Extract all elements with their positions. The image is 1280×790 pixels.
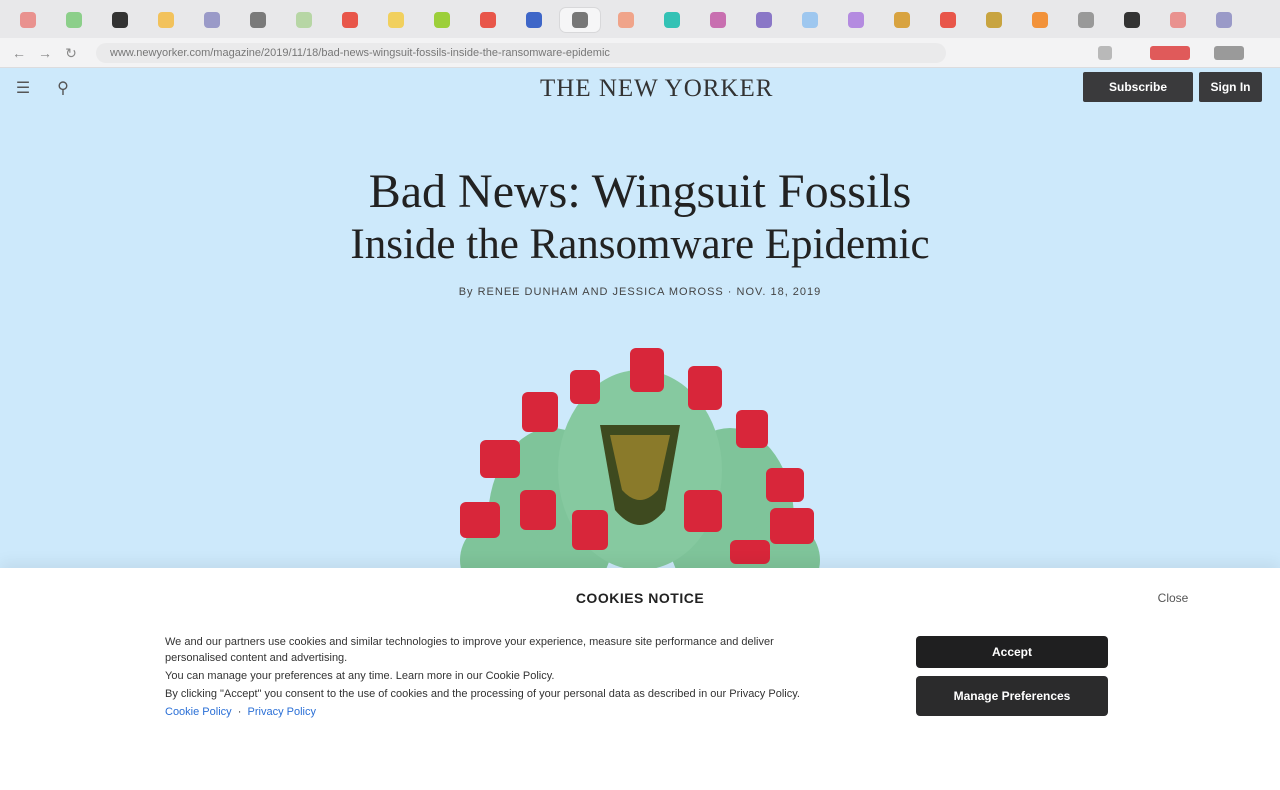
profile-icon[interactable]: [1214, 46, 1244, 60]
browser-tab[interactable]: [54, 8, 94, 32]
favicon-icon: [1170, 12, 1186, 28]
favicon-icon: [250, 12, 266, 28]
browser-tab[interactable]: [284, 8, 324, 32]
browser-tab[interactable]: [1158, 8, 1198, 32]
favicon-icon: [434, 12, 450, 28]
subscribe-button[interactable]: Subscribe: [1083, 72, 1193, 102]
browser-tab[interactable]: [514, 8, 554, 32]
browser-tab[interactable]: [836, 8, 876, 32]
browser-tab[interactable]: [744, 8, 784, 32]
browser-tab[interactable]: [652, 8, 692, 32]
browser-tab[interactable]: [1020, 8, 1060, 32]
article-hero: [0, 68, 1280, 568]
browser-tab[interactable]: [422, 8, 462, 32]
cookie-paragraph: By clicking "Accept" you consent to the …: [165, 688, 800, 700]
favicon-icon: [1078, 12, 1094, 28]
favicon-icon: [388, 12, 404, 28]
article-byline: By RENEE DUNHAM AND JESSICA MOROSS · NOV…: [458, 286, 822, 298]
browser-tab[interactable]: [560, 8, 600, 32]
favicon-icon: [756, 12, 772, 28]
favicon-icon: [894, 12, 910, 28]
favicon-icon: [618, 12, 634, 28]
favicon-icon: [710, 12, 726, 28]
browser-tab[interactable]: [606, 8, 646, 32]
favicon-icon: [296, 12, 312, 28]
cookie-policy-link[interactable]: Cookie Policy: [165, 706, 232, 718]
browser-tab[interactable]: [1204, 8, 1244, 32]
favicon-icon: [342, 12, 358, 28]
reload-icon[interactable]: ↻: [62, 44, 80, 62]
cactus-illustration: [460, 348, 820, 568]
cookie-paragraph: We and our partners use cookies and simi…: [165, 636, 774, 664]
sign-in-button[interactable]: Sign In: [1199, 72, 1262, 102]
browser-tab[interactable]: [1066, 8, 1106, 32]
browser-tab[interactable]: [790, 8, 830, 32]
cookie-banner-text: We and our partners use cookies and simi…: [165, 634, 825, 722]
favicon-icon: [112, 12, 128, 28]
article-headline: Bad News: Wingsuit Fossils Inside the Ra…: [300, 165, 980, 271]
close-button[interactable]: Close: [1156, 588, 1190, 608]
cookie-banner: COOKIES NOTICE Close We and our partners…: [0, 568, 1280, 790]
star-icon[interactable]: [1098, 46, 1112, 60]
favicon-icon: [848, 12, 864, 28]
menu-icon[interactable]: ☰: [12, 78, 34, 100]
browser-tab-strip: [0, 0, 1280, 38]
accept-cookies-button[interactable]: Accept: [916, 636, 1108, 668]
manage-preferences-button[interactable]: Manage Preferences: [916, 676, 1108, 716]
browser-tab[interactable]: [928, 8, 968, 32]
favicon-icon: [940, 12, 956, 28]
browser-tab[interactable]: [882, 8, 922, 32]
cookie-paragraph: You can manage your preferences at any t…: [165, 670, 555, 682]
favicon-icon: [158, 12, 174, 28]
favicon-icon: [204, 12, 220, 28]
favicon-icon: [986, 12, 1002, 28]
address-bar[interactable]: www.newyorker.com/magazine/2019/11/18/ba…: [96, 43, 946, 63]
favicon-icon: [572, 12, 588, 28]
favicon-icon: [66, 12, 82, 28]
browser-tab[interactable]: [468, 8, 508, 32]
browser-tab[interactable]: [974, 8, 1014, 32]
forward-icon[interactable]: →: [36, 44, 54, 62]
favicon-icon: [1216, 12, 1232, 28]
browser-tab[interactable]: [192, 8, 232, 32]
favicon-icon: [1124, 12, 1140, 28]
favicon-icon: [664, 12, 680, 28]
browser-tab[interactable]: [376, 8, 416, 32]
site-masthead[interactable]: THE NEW YORKER: [540, 74, 772, 104]
browser-tab[interactable]: [100, 8, 140, 32]
headline-line-1: Bad News: Wingsuit Fossils: [368, 165, 912, 218]
browser-toolbar: ← → ↻ www.newyorker.com/magazine/2019/11…: [0, 38, 1280, 68]
favicon-icon: [802, 12, 818, 28]
favicon-icon: [20, 12, 36, 28]
browser-tab[interactable]: [146, 8, 186, 32]
extension-icon[interactable]: [1150, 46, 1190, 60]
browser-tab[interactable]: [238, 8, 278, 32]
back-icon[interactable]: ←: [10, 44, 28, 62]
headline-line-2: Inside the Ransomware Epidemic: [350, 221, 930, 268]
favicon-icon: [480, 12, 496, 28]
search-icon[interactable]: ⚲: [52, 78, 74, 100]
browser-tab[interactable]: [8, 8, 48, 32]
favicon-icon: [526, 12, 542, 28]
browser-tab[interactable]: [698, 8, 738, 32]
browser-tab[interactable]: [330, 8, 370, 32]
cookie-banner-title: COOKIES NOTICE: [575, 590, 705, 606]
browser-tab[interactable]: [1112, 8, 1152, 32]
favicon-icon: [1032, 12, 1048, 28]
cookie-links: Cookie Policy · Privacy Policy: [165, 706, 316, 718]
privacy-policy-link[interactable]: Privacy Policy: [248, 706, 316, 718]
